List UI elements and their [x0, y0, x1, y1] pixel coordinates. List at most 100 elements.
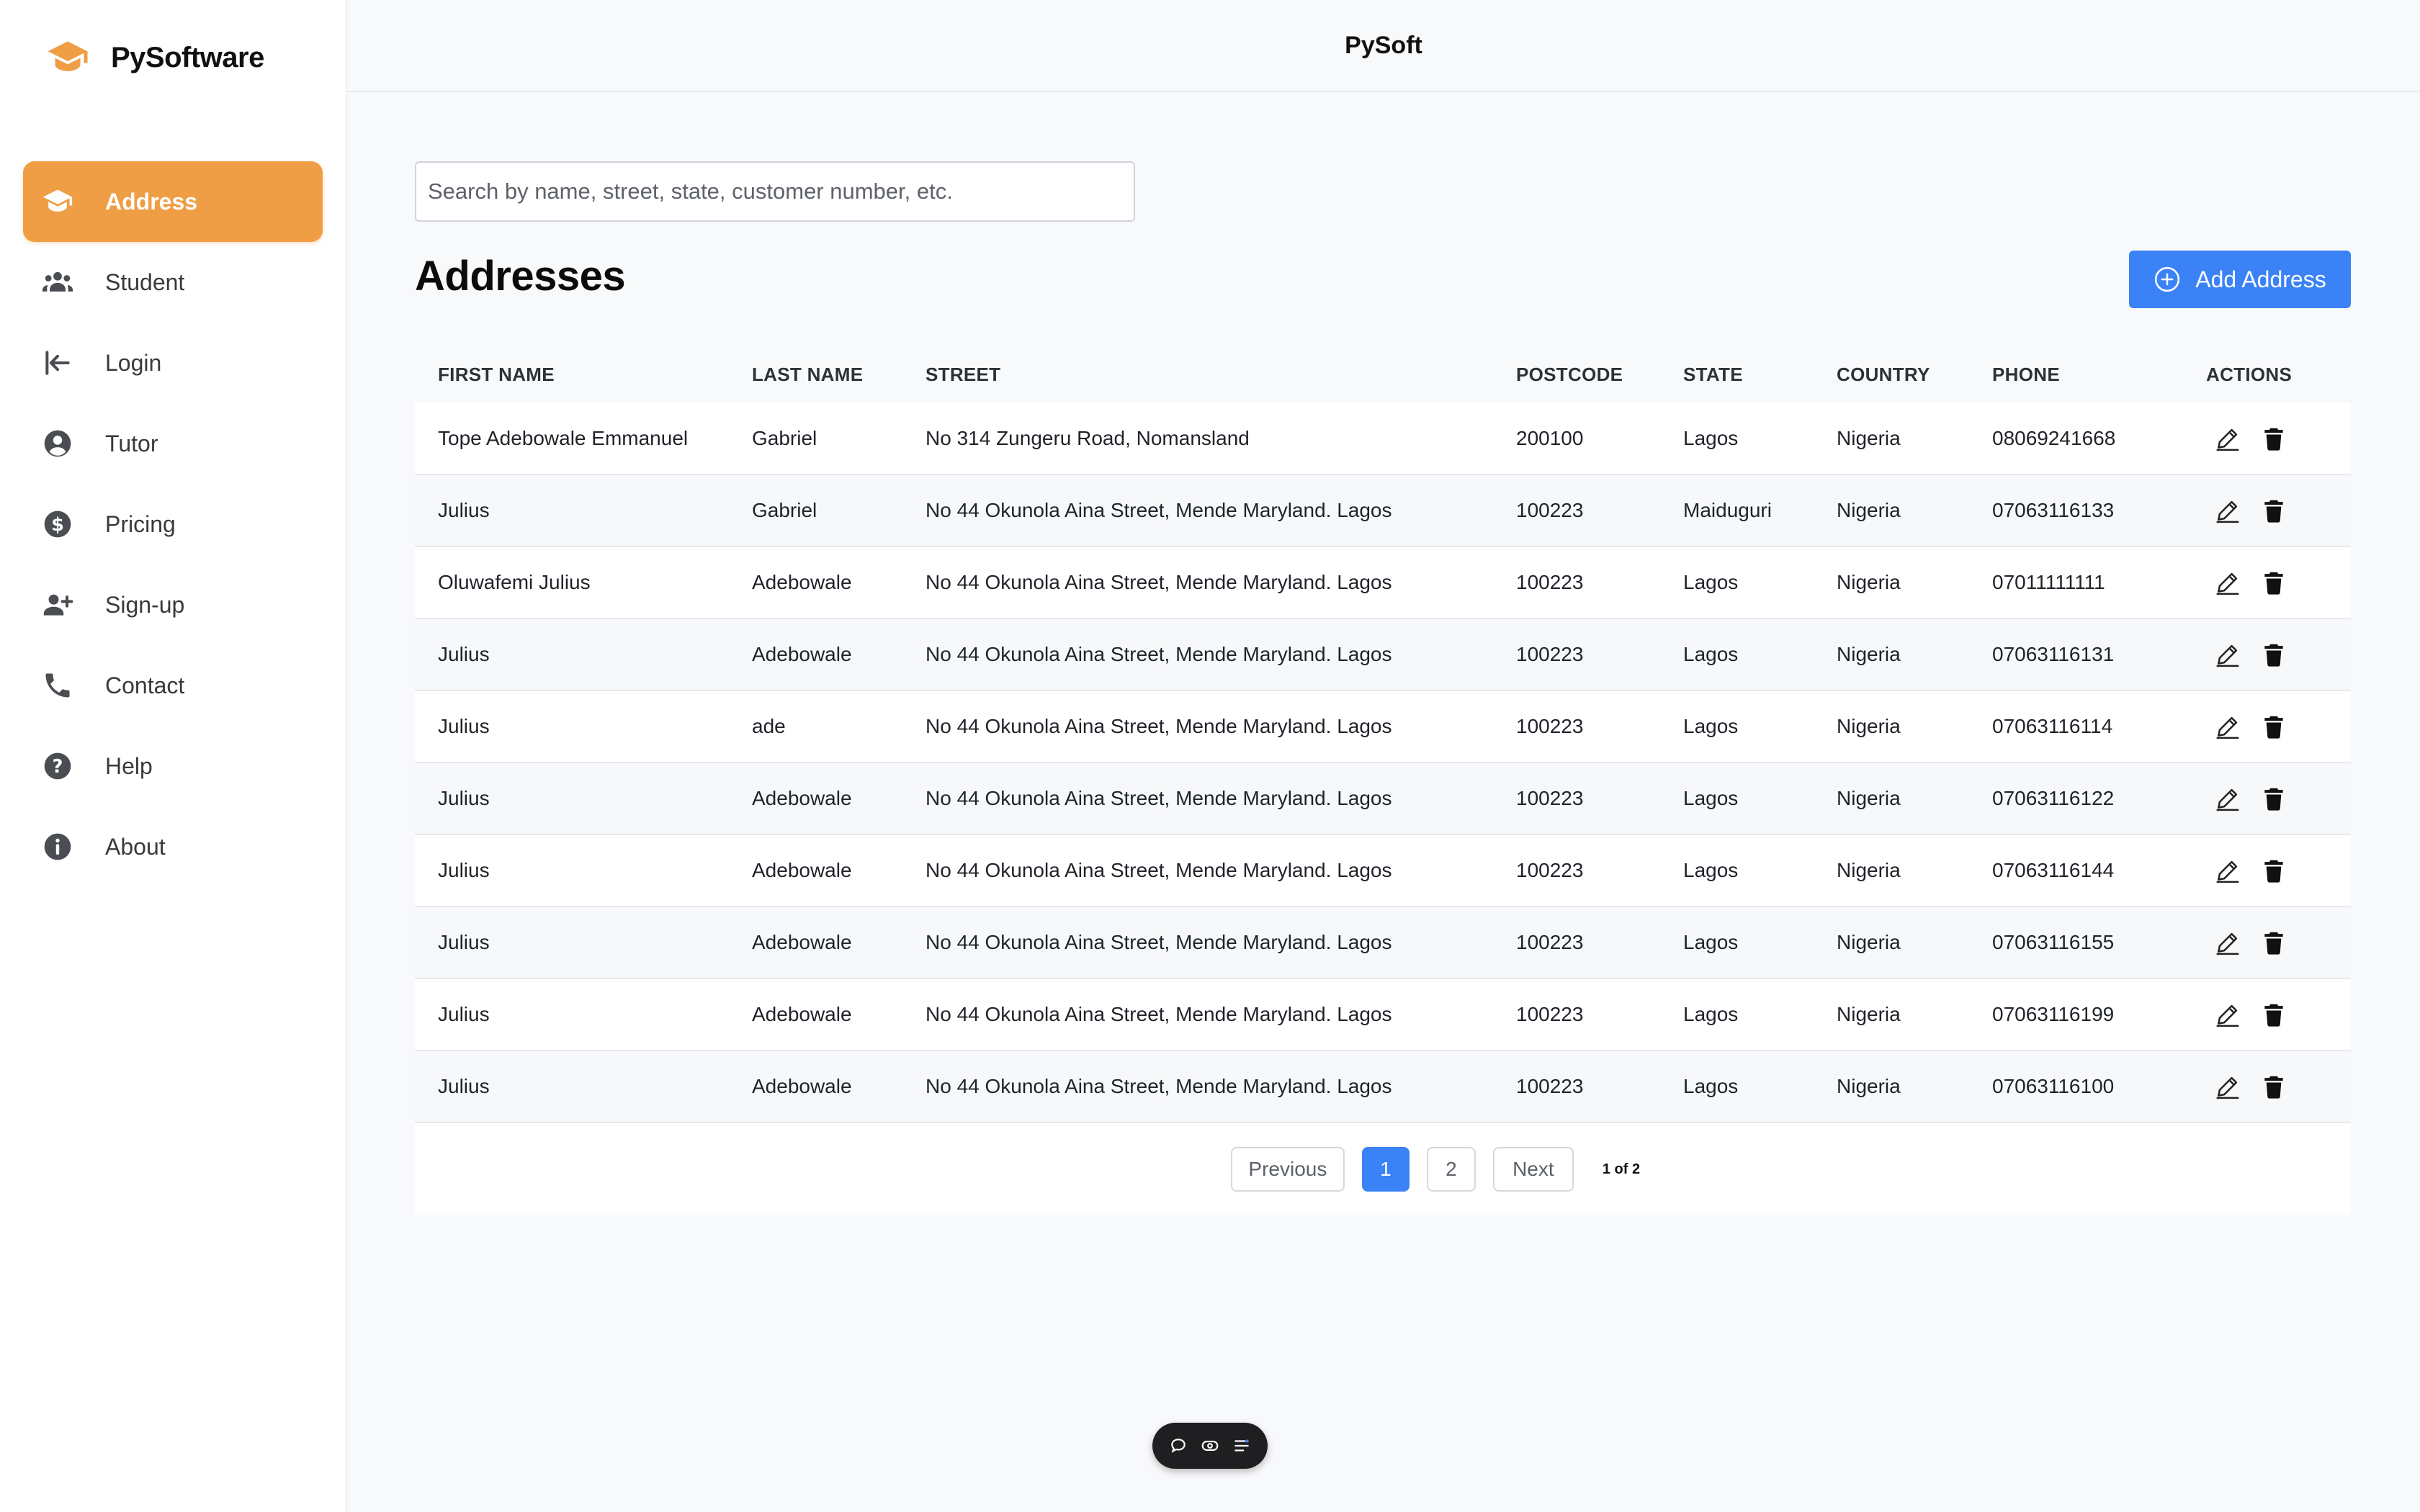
- cell-state: Lagos: [1683, 1003, 1739, 1025]
- table-row[interactable]: Julius Adebowale No 44 Okunola Aina Street…: [415, 1051, 2351, 1123]
- cell-first-name: Julius: [438, 1075, 490, 1097]
- cell-country: Nigeria: [1837, 715, 1901, 737]
- search-input[interactable]: [415, 161, 1135, 222]
- cell-country: Nigeria: [1837, 571, 1901, 593]
- sidebar-item-label: Contact: [105, 672, 185, 698]
- sidebar-item-contact[interactable]: Contact: [23, 645, 323, 726]
- sidebar-item-label: Help: [105, 752, 153, 779]
- cell-first-name: Julius: [438, 1003, 490, 1025]
- table-row[interactable]: Julius Adebowale No 44 Okunola Aina Street…: [415, 763, 2351, 835]
- table-row[interactable]: Julius Adebowale No 44 Okunola Aina Street…: [415, 979, 2351, 1051]
- edit-icon[interactable]: [2213, 1000, 2242, 1029]
- floating-toolbar: [1152, 1423, 1268, 1469]
- cell-actions: [2206, 496, 2351, 525]
- cell-actions: [2206, 784, 2351, 813]
- edit-icon[interactable]: [2213, 712, 2242, 741]
- add-address-label: Add Address: [2195, 266, 2326, 292]
- column-header-state: STATE: [1683, 363, 1743, 385]
- brand[interactable]: PySoftware: [46, 36, 264, 79]
- brand-name: PySoftware: [111, 41, 264, 73]
- cell-street: No 44 Okunola Aina Street, Mende Marylan…: [926, 499, 1392, 521]
- cell-first-name: Julius: [438, 931, 490, 953]
- sidebar-item-help[interactable]: ? Help: [23, 726, 323, 806]
- table-row[interactable]: Tope Adebowale Emmanuel Gabriel No 314 Zun…: [415, 403, 2351, 475]
- page-2-button[interactable]: 2: [1426, 1147, 1476, 1192]
- edit-icon[interactable]: [2213, 424, 2242, 453]
- trash-icon[interactable]: [2259, 424, 2288, 453]
- edit-icon[interactable]: [2213, 928, 2242, 957]
- cell-phone: 07063116144: [1992, 859, 2115, 881]
- trash-icon[interactable]: [2259, 784, 2288, 813]
- trash-icon[interactable]: [2259, 496, 2288, 525]
- sidebar-item-about[interactable]: About: [23, 806, 323, 887]
- cell-street: No 44 Okunola Aina Street, Mende Marylan…: [926, 1075, 1392, 1097]
- previous-page-button[interactable]: Previous: [1230, 1147, 1345, 1192]
- sidebar-item-label: Pricing: [105, 510, 176, 537]
- table-row[interactable]: Julius Gabriel No 44 Okunola Aina Street, …: [415, 475, 2351, 547]
- user-plus-icon: [40, 588, 75, 622]
- phone-icon: [40, 668, 75, 703]
- cell-postcode: 100223: [1516, 499, 1584, 521]
- cell-state: Lagos: [1683, 643, 1739, 665]
- cell-street: No 44 Okunola Aina Street, Mende Marylan…: [926, 1003, 1392, 1025]
- edit-icon[interactable]: [2213, 496, 2242, 525]
- table-row[interactable]: Julius Adebowale No 44 Okunola Aina Street…: [415, 619, 2351, 691]
- dollar-circle-icon: $: [40, 507, 75, 541]
- page-1-button[interactable]: 1: [1361, 1147, 1410, 1192]
- user-circle-icon: [40, 426, 75, 461]
- cell-first-name: Julius: [438, 787, 490, 809]
- trash-icon[interactable]: [2259, 856, 2288, 885]
- edit-icon[interactable]: [2213, 568, 2242, 597]
- sidebar-item-login[interactable]: Login: [23, 323, 323, 403]
- comment-icon[interactable]: [1168, 1436, 1188, 1456]
- cell-postcode: 100223: [1516, 1003, 1584, 1025]
- sidebar-item-pricing[interactable]: $ Pricing: [23, 484, 323, 564]
- edit-icon[interactable]: [2213, 1072, 2242, 1101]
- trash-icon[interactable]: [2259, 712, 2288, 741]
- column-header-postcode: POSTCODE: [1516, 363, 1623, 385]
- table-row[interactable]: Julius Adebowale No 44 Okunola Aina Street…: [415, 907, 2351, 979]
- cell-actions: [2206, 712, 2351, 741]
- sidebar-nav: Address Student Login Tutor $ Pricing Si…: [23, 161, 323, 887]
- cell-postcode: 100223: [1516, 787, 1584, 809]
- cell-postcode: 100223: [1516, 571, 1584, 593]
- table-row[interactable]: Oluwafemi Julius Adebowale No 44 Okunola A…: [415, 547, 2351, 619]
- sidebar-item-tutor[interactable]: Tutor: [23, 403, 323, 484]
- cell-last-name: Adebowale: [752, 859, 852, 881]
- table-row[interactable]: Julius Adebowale No 44 Okunola Aina Street…: [415, 835, 2351, 907]
- cell-last-name: Adebowale: [752, 787, 852, 809]
- table-row[interactable]: Julius ade No 44 Okunola Aina Street, Mend…: [415, 691, 2351, 763]
- cell-first-name: Julius: [438, 499, 490, 521]
- graduation-cap-logo-icon: [46, 36, 89, 79]
- edit-icon[interactable]: [2213, 856, 2242, 885]
- cell-postcode: 100223: [1516, 859, 1584, 881]
- edit-icon[interactable]: [2213, 640, 2242, 669]
- info-circle-icon: [40, 829, 75, 864]
- sidebar-item-label: Login: [105, 349, 162, 376]
- sliders-icon[interactable]: [1232, 1436, 1252, 1456]
- cell-phone: 07011111111: [1992, 571, 2105, 593]
- trash-icon[interactable]: [2259, 1000, 2288, 1029]
- trash-icon[interactable]: [2259, 568, 2288, 597]
- sidebar-item-address[interactable]: Address: [23, 161, 323, 242]
- add-address-button[interactable]: Add Address: [2129, 251, 2351, 308]
- trash-icon[interactable]: [2259, 1072, 2288, 1101]
- next-page-button[interactable]: Next: [1492, 1147, 1574, 1192]
- cell-country: Nigeria: [1837, 643, 1901, 665]
- table-header: FIRST NAME LAST NAME STREET POSTCODE STA…: [415, 346, 2351, 403]
- svg-text:?: ?: [53, 756, 63, 778]
- column-header-last-name: LAST NAME: [752, 363, 864, 385]
- sidebar-item-student[interactable]: Student: [23, 242, 323, 323]
- eye-icon[interactable]: [1200, 1436, 1220, 1456]
- sidebar-item-signup[interactable]: Sign-up: [23, 564, 323, 645]
- sidebar: PySoftware Address Student Login Tutor $…: [0, 0, 347, 1512]
- trash-icon[interactable]: [2259, 928, 2288, 957]
- cell-state: Lagos: [1683, 1075, 1739, 1097]
- cell-first-name: Julius: [438, 643, 490, 665]
- plus-circle-icon: [2155, 266, 2180, 292]
- topbar: PySoft: [347, 0, 2420, 92]
- cell-first-name: Tope Adebowale Emmanuel: [438, 427, 689, 449]
- trash-icon[interactable]: [2259, 640, 2288, 669]
- column-header-country: COUNTRY: [1837, 363, 1930, 385]
- edit-icon[interactable]: [2213, 784, 2242, 813]
